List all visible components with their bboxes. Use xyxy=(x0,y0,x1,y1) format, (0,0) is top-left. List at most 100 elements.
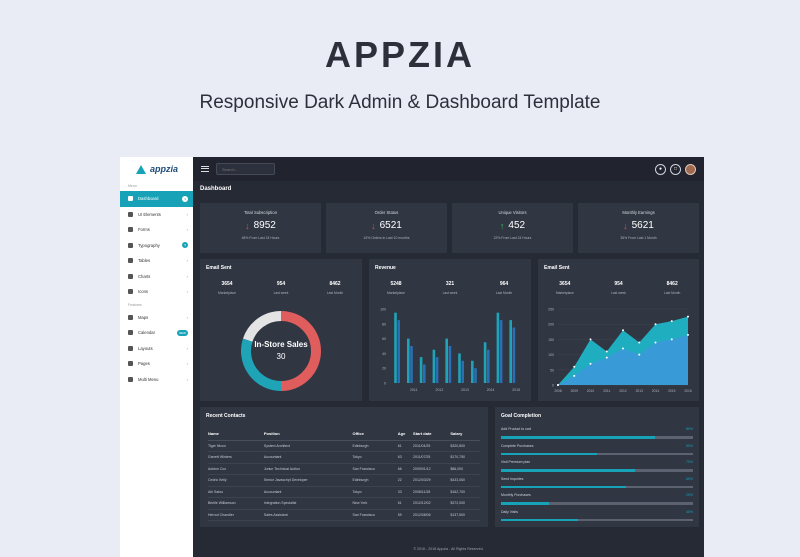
chevron-right-icon: › xyxy=(186,361,188,367)
sidebar-item-pages[interactable]: Pages › xyxy=(120,356,193,372)
footer: © 2016 - 2018 Appzia - All Rights Reserv… xyxy=(413,547,484,551)
table-cell: Ashton Cox xyxy=(208,463,264,475)
table-cell: New York xyxy=(352,497,398,510)
table-cell: $320,800 xyxy=(450,440,480,452)
app-logo[interactable]: appzia xyxy=(120,157,193,181)
sidebar-item-charts[interactable]: Charts › xyxy=(120,269,193,285)
stat-value-row: ↓ 6521 xyxy=(326,220,447,231)
pages-icon xyxy=(128,361,133,367)
table-cell: San Francisco xyxy=(352,509,398,521)
stat-title: Monthly Earnings xyxy=(622,210,655,215)
bar xyxy=(512,327,516,383)
table-cell: Tokyo xyxy=(352,486,398,498)
sidebar-item-tables[interactable]: Tables › xyxy=(120,253,193,269)
table-row[interactable]: Brielle Williamson Integration Specialist… xyxy=(208,497,480,510)
sidebar-badge: NEW xyxy=(177,329,188,336)
goal-row: Send Inquiries 65% xyxy=(501,474,693,481)
share-icon xyxy=(128,376,133,382)
sidebar-item-multi-menu[interactable]: Multi Menu › xyxy=(120,372,193,388)
sidebar-item-ui-elements[interactable]: UI Elements › xyxy=(120,207,193,223)
apple-icon[interactable]: ● xyxy=(655,163,666,175)
home-icon xyxy=(128,196,133,202)
panel-title: Goal Completion xyxy=(501,413,541,419)
arrow-down-icon: ↓ xyxy=(623,220,628,231)
table-cell: 2011/07/25 xyxy=(413,451,451,464)
goal-completion-panel: Goal Completion Add Product to cart 80% Co… xyxy=(495,407,699,527)
sidebar-item-calendar[interactable]: Calendar NEW xyxy=(120,325,193,341)
chart-icon xyxy=(128,273,133,279)
stat-title: Order Status xyxy=(374,210,399,215)
goal-row: Add Product to cart 80% xyxy=(501,424,693,431)
menu-toggle-icon[interactable] xyxy=(201,166,209,172)
goal-progress-bar xyxy=(501,502,693,505)
table-cell: 66 xyxy=(397,463,414,475)
table-cell: 33 xyxy=(397,486,414,498)
x-tick-label: 2011 xyxy=(410,388,418,392)
goal-progress-bar xyxy=(501,518,693,521)
stat-value-row: ↑ 452 xyxy=(452,220,573,231)
y-tick-label: 100 xyxy=(380,308,386,312)
sidebar-item-label: Tables xyxy=(138,258,151,264)
y-tick-label: 50 xyxy=(550,368,554,372)
sidebar-item-icons[interactable]: Icons › xyxy=(120,284,193,300)
area-point xyxy=(622,329,624,332)
stat-value: 452 xyxy=(508,220,526,231)
sidebar-item-label: Forms xyxy=(138,227,150,233)
x-tick-label: 2015 xyxy=(668,389,676,393)
table-row[interactable]: Tiger Nixon System Architect Edinburgh 61 20… xyxy=(208,440,480,452)
table-cell: 2008/11/28 xyxy=(413,486,451,498)
bar xyxy=(407,338,410,383)
goal-progress-fill xyxy=(501,518,578,521)
x-tick-label: 2015 xyxy=(512,388,520,392)
goal-row: Visit Premium plan 70% xyxy=(501,457,693,464)
table-cell: $170,750 xyxy=(450,451,480,464)
y-tick-label: 250 xyxy=(548,308,554,312)
bar xyxy=(432,349,436,383)
goal-row: Complete Purchases 50% xyxy=(501,441,693,448)
table-cell: 61 xyxy=(397,497,414,510)
table-cell: Sales Assistant xyxy=(263,509,353,521)
search-input[interactable] xyxy=(216,163,275,175)
table-cell: Herrod Chandler xyxy=(208,509,264,521)
column-header: Salary xyxy=(450,429,480,441)
x-tick-label: 2012 xyxy=(436,388,444,392)
bar xyxy=(458,353,461,383)
avatar[interactable] xyxy=(685,163,696,175)
sidebar-item-label: Pages xyxy=(138,361,150,367)
goal-label: Visit Premium plan xyxy=(501,460,531,464)
stat-value: 8952 xyxy=(253,220,276,231)
topbar: ● □ xyxy=(193,157,704,181)
sidebar-item-forms[interactable]: Forms › xyxy=(120,222,193,238)
table-row[interactable]: Airi Satou Accountant Tokyo 33 2008/11/28 $16… xyxy=(208,486,480,498)
table-row[interactable]: Garrett Winters Accountant Tokyo 63 2011/07/… xyxy=(208,451,480,464)
layouts-icon xyxy=(128,345,133,351)
sidebar-item-typography[interactable]: Typography 5 xyxy=(120,238,193,254)
sidebar-item-dashboard[interactable]: Dashboard 3 xyxy=(120,191,193,207)
fullscreen-icon[interactable]: □ xyxy=(670,163,681,175)
sidebar-item-layouts[interactable]: Layouts › xyxy=(120,341,193,357)
goal-progress-fill xyxy=(501,436,655,439)
sidebar-section-menu: Menu xyxy=(128,184,137,188)
chevron-right-icon: › xyxy=(186,345,188,351)
table-row[interactable]: Herrod Chandler Sales Assistant San Franci… xyxy=(208,509,480,521)
y-tick-label: 150 xyxy=(548,338,554,342)
goal-progress-bar xyxy=(501,436,693,439)
x-tick-label: 2013 xyxy=(636,389,644,393)
goal-progress-bar xyxy=(501,485,693,488)
hero-title: APPZIA xyxy=(324,34,475,75)
goal-progress-fill xyxy=(501,502,549,505)
table-cell: 2009/01/12 xyxy=(413,463,451,475)
goal-item: Add Product to cart 80% xyxy=(501,424,693,441)
x-tick-label: 2010 xyxy=(587,389,595,393)
sidebar-item-maps[interactable]: Maps › xyxy=(120,310,193,326)
area-point xyxy=(670,320,673,323)
table-row[interactable]: Cedric Kelly Senior Javascript Developer E… xyxy=(208,474,480,487)
donut-center-label: In-Store Sales xyxy=(254,340,308,349)
goal-progress-bar xyxy=(501,452,693,455)
sidebar-item-label: Typography xyxy=(138,242,160,248)
y-tick-label: 20 xyxy=(382,367,386,371)
stat-title: Unique Visitors xyxy=(498,210,527,215)
y-tick-label: 0 xyxy=(552,384,554,388)
goal-item: Daily Visits 40% xyxy=(501,507,693,524)
table-row[interactable]: Ashton Cox Junior Technical Author San Fra… xyxy=(208,463,480,475)
